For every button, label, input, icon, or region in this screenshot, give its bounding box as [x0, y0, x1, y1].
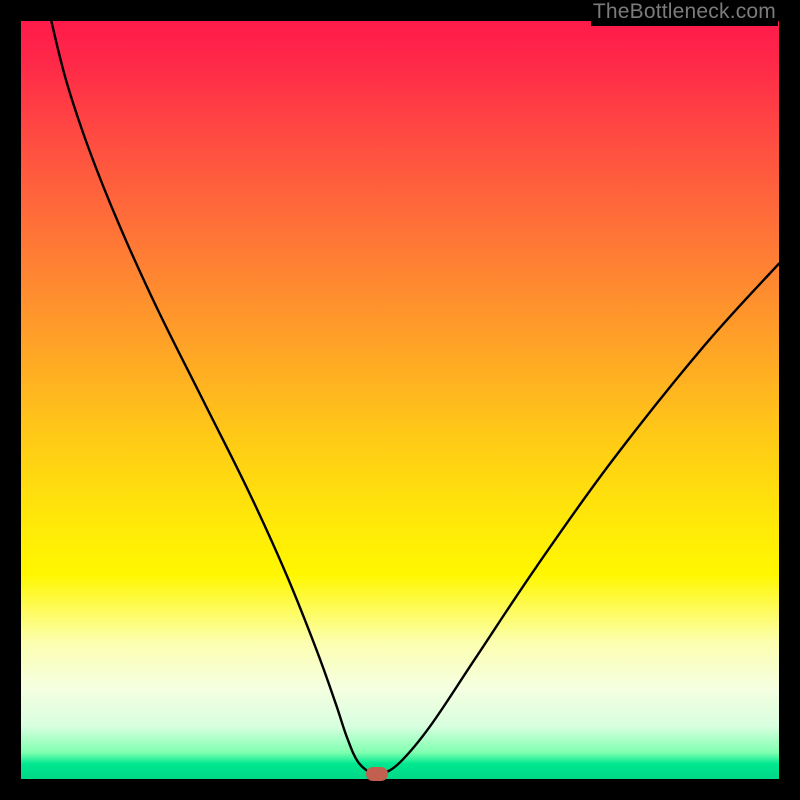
optimal-point-marker — [366, 767, 388, 781]
watermark-text: TheBottleneck.com — [591, 0, 778, 26]
bottleneck-curve — [21, 21, 779, 779]
chart-frame: TheBottleneck.com — [0, 0, 800, 800]
